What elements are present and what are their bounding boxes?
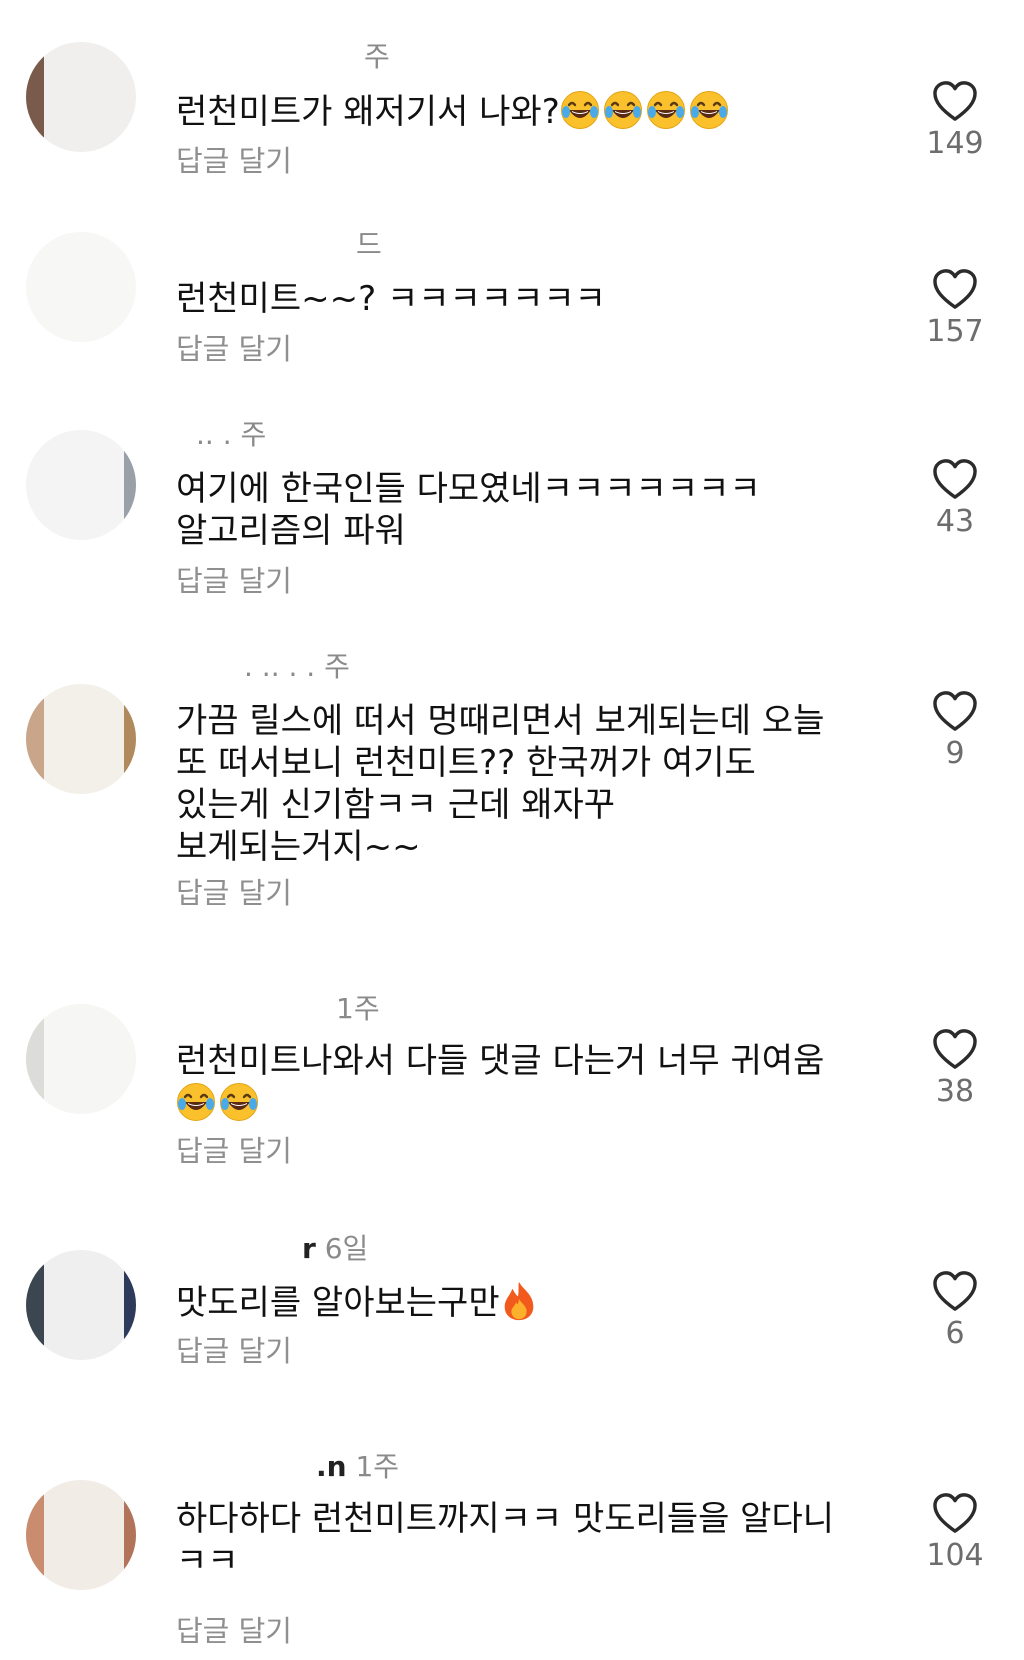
comment-item: .. . 주 여기에 한국인들 다모였네ㅋㅋㅋㅋㅋㅋㅋ 알고리즘의 파워 답글 … [0,410,1024,650]
like-button[interactable]: 157 [915,268,995,350]
comment-item: 드 런천미트~~? ㅋㅋㅋㅋㅋㅋㅋ 답글 달기 157 [0,210,1024,410]
heart-outline-icon [932,690,978,732]
face-with-tears-of-joy-icon [689,90,729,130]
comment-text-content: 맛도리를 알아보는구만 [176,1283,500,1323]
like-button[interactable]: 43 [915,458,995,540]
comment-username[interactable]: 주 [364,40,390,74]
comment-item: .n 1주 하다하다 런천미트까지ㅋㅋ 맛도리들을 알다니 ㅋㅋ 답글 달기 1… [0,1440,1024,1660]
comment-text: 런천미트~~? ㅋㅋㅋㅋㅋㅋㅋ [176,278,876,320]
avatar[interactable] [26,232,136,342]
reply-button[interactable]: 답글 달기 [176,144,292,178]
like-count: 6 [945,1316,965,1351]
comment-item: 1주 런천미트나와서 다들 댓글 다는거 너무 귀여움 답글 달기 38 [0,980,1024,1220]
reply-button[interactable]: 답글 달기 [176,564,292,598]
like-count: 157 [926,314,984,349]
like-button[interactable]: 149 [915,80,995,162]
reply-button[interactable]: 답글 달기 [176,1334,292,1368]
comment-list: 주 런천미트가 왜저기서 나와? 답글 달기 149 드 런천미트~~? ㅋㅋㅋ… [0,0,1024,1660]
comment-text: 런천미트가 왜저기서 나와? [176,90,876,133]
like-button[interactable]: 6 [915,1270,995,1352]
like-count: 43 [935,504,975,539]
comment-username[interactable]: .n 1주 [316,1450,399,1484]
reply-button[interactable]: 답글 달기 [176,1614,292,1648]
face-with-tears-of-joy-icon [219,1082,259,1122]
heart-outline-icon [932,458,978,500]
heart-outline-icon [932,1492,978,1534]
reply-button[interactable]: 답글 달기 [176,876,292,910]
face-with-tears-of-joy-icon [176,1082,216,1122]
comment-text-content: 하다하다 런천미트까지ㅋㅋ 맛도리들을 알다니 ㅋㅋ [176,1499,835,1581]
avatar[interactable] [26,42,136,152]
like-count: 149 [926,126,984,161]
username-partial: .n [316,1450,347,1483]
comment-timestamp: 6일 [324,1232,369,1265]
reply-button[interactable]: 답글 달기 [176,332,292,366]
avatar[interactable] [26,684,136,794]
face-with-tears-of-joy-icon [646,90,686,130]
comment-text: 하다하다 런천미트까지ㅋㅋ 맛도리들을 알다니 ㅋㅋ [176,1498,876,1582]
like-count: 104 [926,1538,984,1573]
comment-item: . .. . . 주 가끔 릴스에 떠서 멍때리면서 보게되는데 오늘 또 떠서… [0,650,1024,980]
face-with-tears-of-joy-icon [603,90,643,130]
heart-outline-icon [932,1270,978,1312]
heart-outline-icon [932,268,978,310]
avatar[interactable] [26,1004,136,1114]
like-button[interactable]: 38 [915,1028,995,1110]
face-with-tears-of-joy-icon [560,90,600,130]
comment-text: 여기에 한국인들 다모였네ㅋㅋㅋㅋㅋㅋㅋ 알고리즘의 파워 [176,468,876,552]
heart-outline-icon [932,80,978,122]
heart-outline-icon [932,1028,978,1070]
comment-text-content: 런천미트나와서 다들 댓글 다는거 너무 귀여움 [176,1041,825,1081]
comment-text-content: 런천미트가 왜저기서 나와? [176,92,560,132]
comment-username[interactable]: r 6일 [302,1232,368,1266]
comment-username[interactable]: .. . 주 [196,418,266,452]
fire-icon [500,1280,538,1322]
like-button[interactable]: 104 [915,1492,995,1574]
comment-item: 주 런천미트가 왜저기서 나와? 답글 달기 149 [0,0,1024,210]
like-count: 38 [935,1074,975,1109]
comment-text-content: 가끔 릴스에 떠서 멍때리면서 보게되는데 오늘 또 떠서보니 런천미트?? 한… [176,701,825,867]
comment-text: 런천미트나와서 다들 댓글 다는거 너무 귀여움 [176,1040,876,1125]
comment-text-content: 런천미트~~? ㅋㅋㅋㅋㅋㅋㅋ [176,279,606,319]
reply-button[interactable]: 답글 달기 [176,1134,292,1168]
username-partial: r [302,1232,316,1265]
comment-username[interactable]: . .. . . 주 [244,650,350,684]
comment-username[interactable]: 1주 [336,992,380,1026]
like-button[interactable]: 9 [915,690,995,772]
comment-timestamp: 1주 [355,1450,400,1483]
avatar[interactable] [26,1250,136,1360]
comment-text: 맛도리를 알아보는구만 [176,1280,876,1324]
comment-item: r 6일 맛도리를 알아보는구만 답글 달기 6 [0,1220,1024,1440]
comment-text-content: 여기에 한국인들 다모였네ㅋㅋㅋㅋㅋㅋㅋ 알고리즘의 파워 [176,469,761,551]
comment-text: 가끔 릴스에 떠서 멍때리면서 보게되는데 오늘 또 떠서보니 런천미트?? 한… [176,700,876,868]
avatar[interactable] [26,1480,136,1590]
comment-username[interactable]: 드 [356,228,382,262]
avatar[interactable] [26,430,136,540]
like-count: 9 [945,736,965,771]
